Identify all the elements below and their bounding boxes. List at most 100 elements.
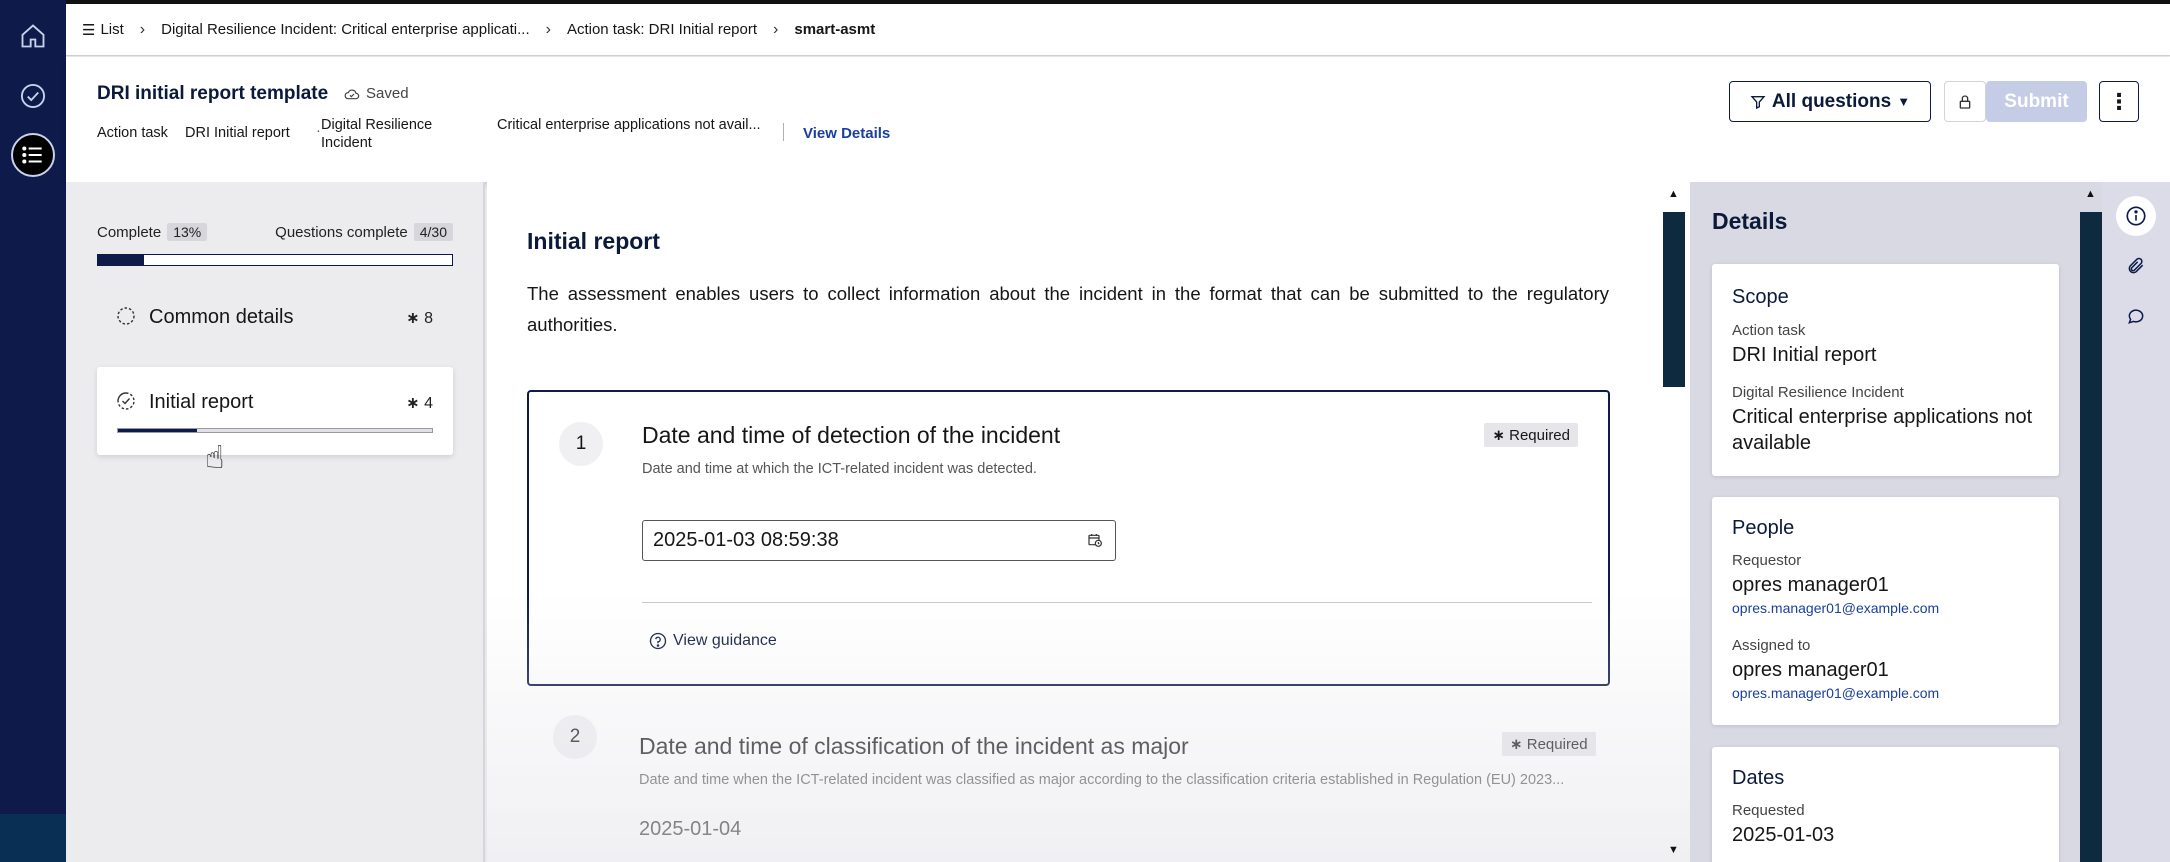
asterisk-icon: ∗ (406, 395, 420, 412)
partial-check-circle-icon (117, 392, 135, 410)
requested-label: Requested (1732, 802, 1805, 819)
details-scrollbar[interactable]: ▲ (2080, 188, 2102, 862)
filter-questions-button[interactable]: All questions ▼ (1729, 81, 1931, 122)
breadcrumb-item-list[interactable]: ☰ List › (82, 21, 161, 39)
dashed-circle-icon (117, 307, 135, 325)
requestor-name: opres manager01 (1732, 574, 1889, 596)
view-details-link[interactable]: View Details (803, 125, 890, 142)
detection-datetime-input[interactable]: 2025-01-03 08:59:38 (642, 520, 1116, 561)
scrollbar-thumb[interactable] (1663, 212, 1685, 387)
hand-cursor-icon: ☝ (205, 439, 225, 475)
section-label: Initial report (149, 391, 254, 413)
incident-label: Digital Resilience Incident (1732, 384, 1904, 401)
main-content: Initial report The assessment enables us… (487, 182, 1690, 862)
section-common-details[interactable]: Common details ∗ 8 (97, 282, 453, 370)
comment-icon[interactable] (2116, 296, 2156, 336)
incident-value: Critical enterprise applications not ava… (1732, 406, 2033, 454)
home-icon[interactable] (11, 14, 55, 58)
overall-progress-fill (98, 255, 145, 265)
asterisk-icon: ∗ (1492, 427, 1505, 444)
action-task-value: DRI Initial report (1732, 344, 1877, 366)
question-description: Date and time at which the ICT-related i… (642, 461, 1037, 477)
question-card[interactable]: 1 Date and time of detection of the inci… (527, 390, 1610, 686)
section-initial-report[interactable]: Initial report ∗ 4 (97, 367, 453, 455)
scroll-down-icon[interactable]: ▼ (1668, 844, 1679, 856)
section-progress-fill (118, 429, 197, 432)
submit-button[interactable]: Submit (1986, 81, 2087, 122)
lock-icon (1959, 94, 1971, 109)
caret-down-icon: ▼ (1897, 94, 1911, 109)
breadcrumb-item-incident[interactable]: Digital Resilience Incident: Critical en… (161, 21, 567, 39)
help-circle-icon (649, 632, 667, 650)
incident-value: Critical enterprise applications not ava… (497, 117, 761, 133)
filter-icon (1750, 95, 1766, 109)
section-label: Common details (149, 306, 294, 328)
overall-progress-bar (97, 254, 453, 266)
page-header: DRI initial report template Saved Action… (66, 57, 2170, 182)
info-icon[interactable] (2116, 196, 2156, 236)
main-scrollbar[interactable]: ▲ ▼ (1663, 188, 1685, 862)
requested-value: 2025-01-03 (1732, 824, 1835, 846)
breadcrumb: ☰ List › Digital Resilience Incident: Cr… (66, 0, 2170, 56)
people-card: People Requestor opres manager01 opres.m… (1712, 497, 2059, 725)
breadcrumb-item-action-task[interactable]: Action task: DRI Initial report › (567, 21, 794, 39)
sections-panel: Complete 13% Questions complete 4/30 Commo… (66, 182, 485, 862)
scroll-up-icon[interactable]: ▲ (1668, 188, 1679, 200)
details-panel: Details Scope Action task DRI Initial re… (1690, 182, 2102, 862)
action-task-value: DRI Initial report (185, 125, 290, 141)
action-task-label: Action task (1732, 322, 1806, 339)
incident-label-line1: Digital Resilience (321, 117, 433, 133)
question-title: Date and time of classification of the i… (639, 733, 1189, 759)
card-heading: Dates (1732, 767, 1785, 789)
view-guidance-link[interactable]: View guidance (649, 632, 777, 650)
requestor-label: Requestor (1732, 552, 1802, 569)
more-options-icon[interactable]: ⋮ (2099, 81, 2139, 122)
assigned-name: opres manager01 (1732, 659, 1889, 681)
questions-complete-label: Questions complete (275, 224, 408, 241)
required-count: ∗ 8 (406, 310, 433, 327)
rail-footer (0, 814, 66, 862)
scroll-up-icon[interactable]: ▲ (2085, 188, 2096, 200)
divider (783, 123, 784, 141)
questions-complete-count: 4/30 (413, 223, 453, 241)
attachment-icon[interactable] (2116, 246, 2156, 286)
chevron-right-icon: › (773, 20, 779, 38)
chevron-right-icon: › (545, 20, 551, 38)
action-task-label: Action task (97, 125, 168, 141)
required-badge: ∗ Required (1502, 732, 1596, 756)
check-circle-icon[interactable] (11, 74, 55, 118)
classification-date-value: 2025-01-04 (639, 818, 742, 840)
requestor-email-link[interactable]: opres.manager01@example.com (1732, 600, 1939, 616)
complete-percent: 13% (167, 223, 208, 241)
question-number: 1 (559, 422, 603, 466)
app-rail (0, 0, 66, 862)
asterisk-icon: ∗ (1510, 736, 1523, 753)
assigned-label: Assigned to (1732, 637, 1811, 654)
details-title: Details (1712, 208, 1788, 234)
assigned-email-link[interactable]: opres.manager01@example.com (1732, 685, 1939, 701)
asterisk-icon: ∗ (406, 310, 420, 327)
calendar-clock-icon[interactable] (1087, 532, 1103, 548)
saved-status: Saved (344, 85, 409, 102)
complete-label: Complete (97, 224, 162, 241)
section-title: Initial report (527, 228, 660, 254)
cloud-check-icon (344, 89, 360, 99)
side-tools (2102, 182, 2170, 862)
breadcrumb-item-current: smart-asmt (794, 21, 876, 38)
list-icon: ☰ (82, 21, 96, 39)
page-title: DRI initial report template (97, 83, 329, 104)
question-description: Date and time when the ICT-related incid… (639, 772, 1565, 788)
section-progress-bar (117, 428, 433, 433)
scope-card: Scope Action task DRI Initial report Dig… (1712, 264, 2059, 476)
dates-card: Dates Requested 2025-01-03 (1712, 747, 2059, 862)
chevron-right-icon: › (139, 20, 146, 38)
card-heading: People (1732, 517, 1795, 539)
scrollbar-thumb[interactable] (2080, 212, 2102, 862)
list-icon[interactable] (11, 133, 55, 177)
card-heading: Scope (1732, 286, 1789, 308)
section-description: The assessment enables users to collect … (527, 283, 1609, 335)
question-number: 2 (553, 715, 597, 759)
lock-button[interactable] (1944, 81, 1986, 122)
question-title: Date and time of detection of the incide… (642, 422, 1061, 448)
required-count: ∗ 4 (406, 395, 433, 412)
